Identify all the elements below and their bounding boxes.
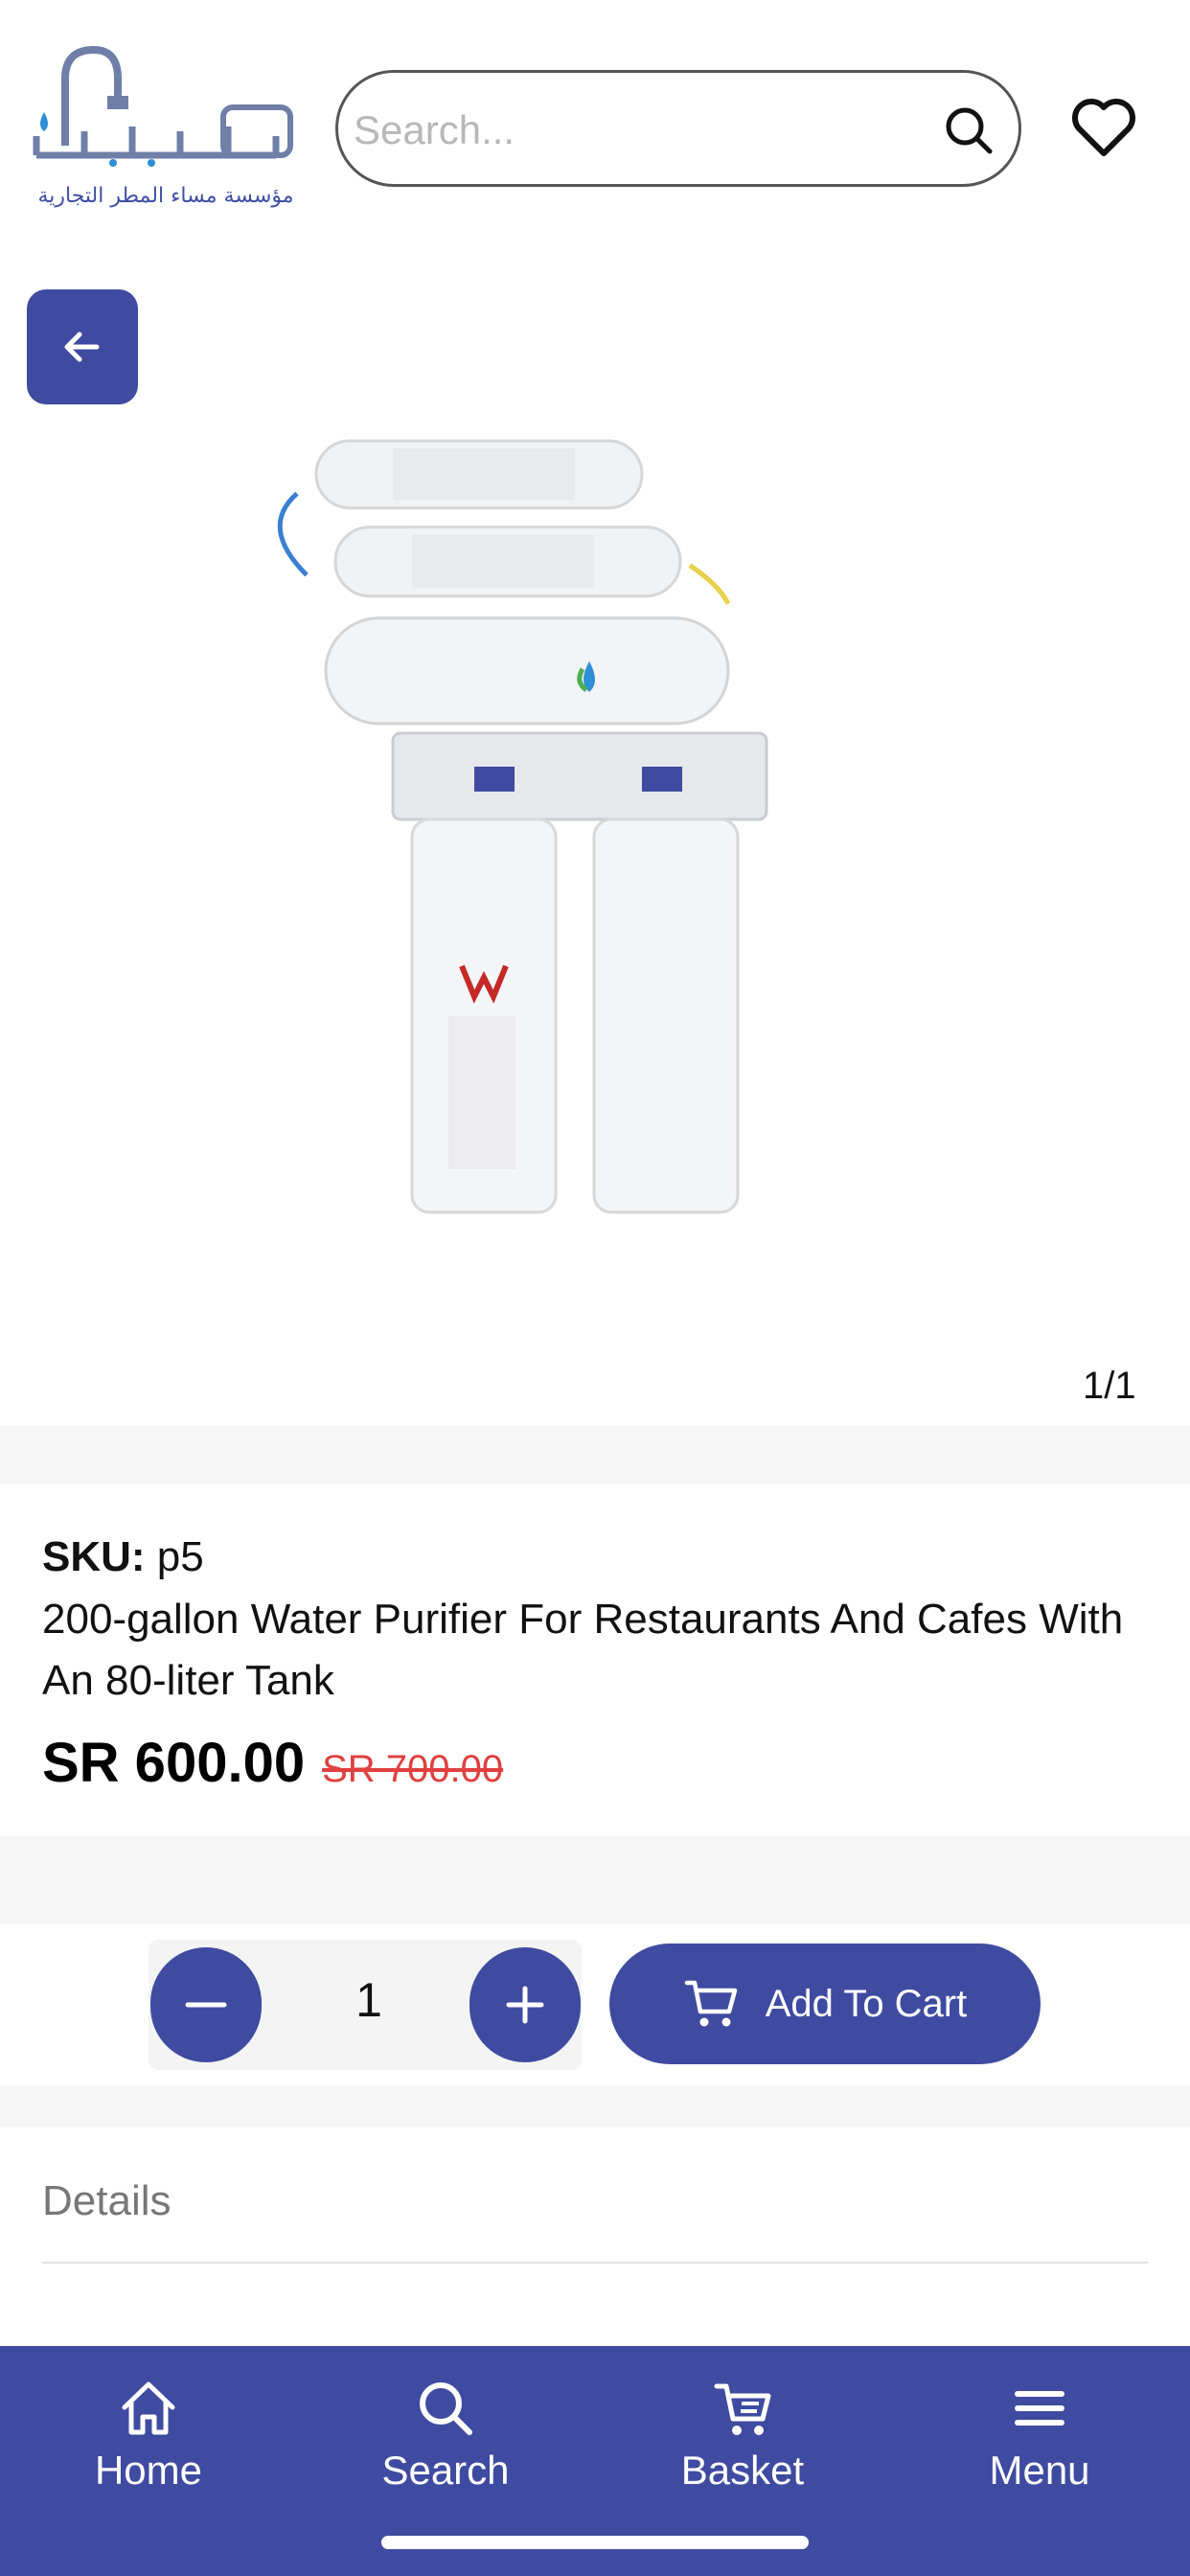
cart-icon	[714, 2383, 771, 2435]
section-divider	[0, 1426, 1190, 1484]
decrease-quantity-button[interactable]	[150, 1947, 262, 2062]
details-tab[interactable]: Details	[42, 2177, 172, 2225]
store-logo[interactable]: مؤسسة مساء المطر التجارية	[27, 40, 305, 222]
menu-icon	[1015, 2391, 1064, 2426]
section-divider	[0, 1836, 1190, 1924]
image-counter: 1/1	[1083, 1365, 1136, 1407]
purchase-row: 1 Add To Cart	[0, 1924, 1190, 2085]
home-indicator[interactable]	[381, 2536, 809, 2549]
sku: SKU: p5	[42, 1533, 204, 1581]
add-to-cart-label: Add To Cart	[765, 1982, 968, 2025]
sku-value: p5	[156, 1533, 204, 1580]
original-price: SR 700.00	[322, 1748, 504, 1790]
faucet-logo-icon	[33, 45, 293, 167]
nav-label: Basket	[680, 2448, 805, 2493]
details-divider	[42, 2262, 1148, 2264]
home-icon	[122, 2381, 175, 2435]
cart-icon	[684, 1980, 737, 2027]
nav-menu[interactable]: Menu	[925, 2375, 1155, 2518]
minus-icon	[185, 2002, 227, 2008]
search-input[interactable]	[354, 92, 909, 169]
quantity-stepper[interactable]: 1	[149, 1940, 582, 2070]
section-divider	[0, 2085, 1190, 2128]
logo-caption: مؤسسة مساء المطر التجارية	[37, 184, 294, 208]
add-to-cart-button[interactable]: Add To Cart	[609, 1944, 1041, 2064]
increase-quantity-button[interactable]	[469, 1947, 581, 2062]
product-image[interactable]	[249, 412, 920, 1255]
current-price: SR 600.00	[42, 1732, 306, 1794]
price-row: SR 600.00 SR 700.00	[42, 1731, 503, 1795]
product-title: 200-gallon Water Purifier For Restaurant…	[42, 1596, 1124, 1704]
sku-label: SKU:	[42, 1533, 146, 1580]
product-info: SKU: p5 200-gallon Water Purifier For Re…	[0, 1484, 1190, 1836]
quantity-value[interactable]: 1	[302, 1972, 436, 2028]
arrow-left-icon	[64, 332, 100, 362]
wishlist-heart-icon[interactable]	[1069, 96, 1138, 159]
nav-label: Home	[94, 2448, 203, 2493]
nav-label: Search	[381, 2448, 510, 2493]
plus-icon	[506, 1986, 544, 2024]
search-icon	[420, 2382, 472, 2435]
search-icon[interactable]	[940, 102, 997, 159]
nav-search[interactable]: Search	[331, 2375, 561, 2518]
nav-basket[interactable]: Basket	[628, 2375, 858, 2518]
header: مؤسسة مساء المطر التجارية	[0, 0, 1190, 240]
details-section: Details	[0, 2128, 1190, 2346]
nav-home[interactable]: Home	[34, 2375, 263, 2518]
back-button[interactable]	[27, 289, 138, 404]
search-bar[interactable]	[335, 70, 1021, 187]
nav-label: Menu	[989, 2448, 1090, 2493]
